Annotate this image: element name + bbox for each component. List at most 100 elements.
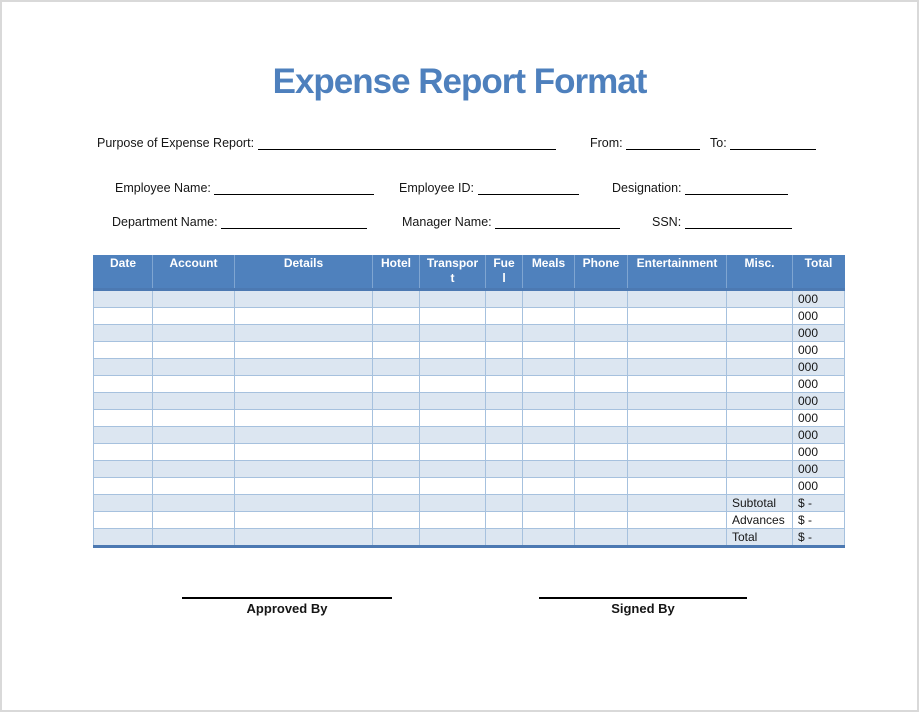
expense-cell[interactable] <box>727 444 793 461</box>
expense-cell[interactable] <box>628 359 727 376</box>
expense-cell[interactable] <box>153 461 235 478</box>
expense-cell[interactable] <box>153 427 235 444</box>
expense-cell[interactable] <box>727 427 793 444</box>
expense-cell[interactable] <box>486 290 523 308</box>
expense-cell[interactable] <box>235 376 373 393</box>
expense-cell[interactable] <box>523 393 575 410</box>
expense-cell[interactable] <box>373 376 420 393</box>
expense-cell[interactable] <box>153 359 235 376</box>
expense-cell[interactable] <box>373 427 420 444</box>
expense-cell[interactable] <box>486 529 523 547</box>
expense-cell[interactable] <box>727 325 793 342</box>
expense-cell[interactable] <box>235 461 373 478</box>
expense-cell[interactable] <box>420 427 486 444</box>
expense-cell[interactable] <box>575 410 628 427</box>
expense-cell[interactable] <box>575 512 628 529</box>
expense-cell[interactable] <box>575 376 628 393</box>
expense-cell[interactable] <box>373 461 420 478</box>
expense-cell[interactable] <box>94 376 153 393</box>
expense-cell[interactable] <box>523 529 575 547</box>
expense-cell[interactable] <box>486 410 523 427</box>
manager-name-fill-line[interactable] <box>495 214 620 229</box>
expense-cell[interactable] <box>235 512 373 529</box>
expense-cell[interactable] <box>420 290 486 308</box>
total-value-cell[interactable]: 000 <box>793 410 845 427</box>
expense-cell[interactable] <box>373 290 420 308</box>
summary-value-cell[interactable]: $ - <box>793 495 845 512</box>
expense-cell[interactable] <box>575 342 628 359</box>
expense-cell[interactable] <box>94 325 153 342</box>
expense-cell[interactable] <box>486 376 523 393</box>
signed-by-signature-line[interactable] <box>539 588 747 599</box>
expense-cell[interactable] <box>575 325 628 342</box>
expense-cell[interactable] <box>373 512 420 529</box>
expense-cell[interactable] <box>94 461 153 478</box>
expense-cell[interactable] <box>420 308 486 325</box>
expense-cell[interactable] <box>373 495 420 512</box>
expense-cell[interactable] <box>523 444 575 461</box>
expense-cell[interactable] <box>94 512 153 529</box>
expense-cell[interactable] <box>523 410 575 427</box>
expense-cell[interactable] <box>628 444 727 461</box>
expense-cell[interactable] <box>373 410 420 427</box>
expense-cell[interactable] <box>523 359 575 376</box>
employee-id-fill-line[interactable] <box>478 180 579 195</box>
expense-cell[interactable] <box>153 325 235 342</box>
expense-cell[interactable] <box>235 410 373 427</box>
expense-cell[interactable] <box>373 308 420 325</box>
expense-cell[interactable] <box>575 393 628 410</box>
employee-name-fill-line[interactable] <box>214 180 374 195</box>
expense-cell[interactable] <box>727 393 793 410</box>
to-fill-line[interactable] <box>730 135 816 150</box>
total-value-cell[interactable]: 000 <box>793 359 845 376</box>
expense-cell[interactable] <box>628 478 727 495</box>
expense-cell[interactable] <box>235 325 373 342</box>
expense-cell[interactable] <box>575 359 628 376</box>
expense-cell[interactable] <box>523 427 575 444</box>
expense-cell[interactable] <box>94 529 153 547</box>
expense-cell[interactable] <box>523 461 575 478</box>
expense-cell[interactable] <box>727 359 793 376</box>
expense-cell[interactable] <box>628 495 727 512</box>
total-value-cell[interactable]: 000 <box>793 461 845 478</box>
expense-cell[interactable] <box>153 529 235 547</box>
expense-cell[interactable] <box>628 393 727 410</box>
expense-cell[interactable] <box>727 461 793 478</box>
expense-cell[interactable] <box>420 342 486 359</box>
expense-cell[interactable] <box>420 376 486 393</box>
expense-cell[interactable] <box>486 342 523 359</box>
expense-cell[interactable] <box>628 342 727 359</box>
expense-cell[interactable] <box>420 325 486 342</box>
total-value-cell[interactable]: 000 <box>793 376 845 393</box>
expense-cell[interactable] <box>153 308 235 325</box>
expense-cell[interactable] <box>575 461 628 478</box>
expense-cell[interactable] <box>235 359 373 376</box>
expense-cell[interactable] <box>235 495 373 512</box>
expense-cell[interactable] <box>420 359 486 376</box>
expense-cell[interactable] <box>235 290 373 308</box>
expense-cell[interactable] <box>575 444 628 461</box>
total-value-cell[interactable]: 000 <box>793 308 845 325</box>
expense-cell[interactable] <box>727 376 793 393</box>
expense-cell[interactable] <box>235 444 373 461</box>
expense-cell[interactable] <box>420 529 486 547</box>
summary-value-cell[interactable]: $ - <box>793 512 845 529</box>
expense-cell[interactable] <box>628 461 727 478</box>
expense-cell[interactable] <box>235 308 373 325</box>
expense-cell[interactable] <box>523 325 575 342</box>
expense-cell[interactable] <box>628 325 727 342</box>
expense-cell[interactable] <box>235 427 373 444</box>
expense-cell[interactable] <box>628 427 727 444</box>
expense-cell[interactable] <box>153 495 235 512</box>
expense-cell[interactable] <box>153 478 235 495</box>
expense-cell[interactable] <box>575 427 628 444</box>
expense-cell[interactable] <box>235 342 373 359</box>
expense-cell[interactable] <box>575 478 628 495</box>
expense-cell[interactable] <box>486 393 523 410</box>
expense-cell[interactable] <box>420 495 486 512</box>
expense-cell[interactable] <box>628 512 727 529</box>
expense-cell[interactable] <box>153 512 235 529</box>
expense-cell[interactable] <box>420 512 486 529</box>
total-value-cell[interactable]: 000 <box>793 444 845 461</box>
expense-cell[interactable] <box>420 410 486 427</box>
